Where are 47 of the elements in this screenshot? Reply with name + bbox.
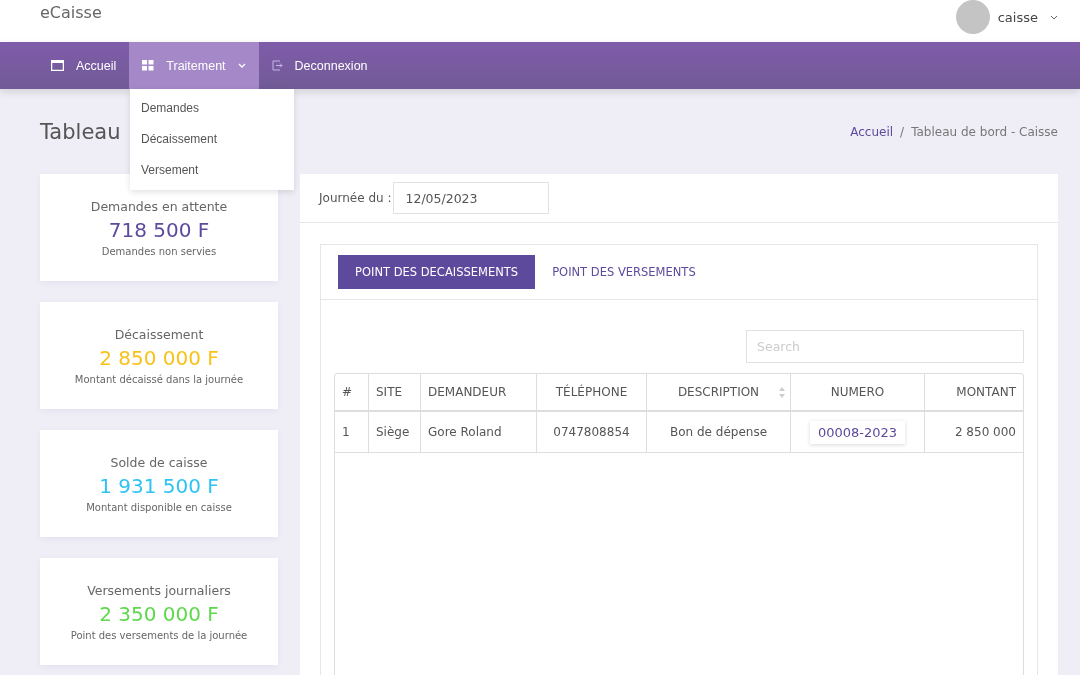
card-note: Point des versements de la journée bbox=[70, 629, 248, 641]
brand-name[interactable]: eCaisse bbox=[40, 3, 102, 22]
page-title: Tableau bbox=[40, 119, 121, 144]
tab[interactable]: POINT DES DECAISSEMENTS bbox=[338, 255, 536, 289]
card-note: Montant décaissé dans la journée bbox=[74, 373, 244, 385]
column-header[interactable]: NUMERO bbox=[791, 374, 925, 410]
column-header[interactable]: # bbox=[335, 374, 369, 410]
column-header[interactable]: DESCRIPTION bbox=[647, 374, 791, 410]
column-header[interactable]: MONTANT bbox=[925, 374, 1023, 410]
avatar-icon[interactable] bbox=[955, 0, 990, 34]
card-title: Solde de caisse bbox=[110, 454, 208, 470]
date-field[interactable]: 12/05/2023 bbox=[393, 182, 550, 214]
card-amount: 2 350 000 F bbox=[99, 601, 219, 626]
breadcrumb-separator: / bbox=[900, 124, 905, 139]
menu-item[interactable]: Versement bbox=[130, 155, 294, 186]
breadcrumb-link[interactable]: Accueil bbox=[850, 124, 894, 139]
menu-item[interactable]: Demandes bbox=[130, 93, 294, 124]
number-link[interactable]: 00008-2023 bbox=[809, 420, 906, 444]
card-note: Montant disponible en caisse bbox=[86, 501, 232, 513]
card-title: Versements journaliers bbox=[87, 582, 231, 598]
window-icon bbox=[51, 60, 64, 71]
table-cell: 0747808854 bbox=[553, 425, 630, 439]
card-amount: 718 500 F bbox=[108, 217, 210, 242]
card-amount: 1 931 500 F bbox=[99, 473, 219, 498]
user-name[interactable]: caisse bbox=[997, 9, 1038, 25]
grid-icon bbox=[142, 60, 155, 71]
table-cell: Bon de dépense bbox=[669, 425, 768, 439]
nav-item[interactable]: Deconnexion bbox=[258, 42, 381, 89]
column-header[interactable]: DEMANDEUR bbox=[421, 374, 537, 410]
table-cell: 2 850 000 bbox=[954, 425, 1016, 439]
column-header[interactable]: TÉLÉPHONE bbox=[537, 374, 647, 410]
exit-icon bbox=[271, 60, 283, 71]
tab[interactable]: POINT DES VERSEMENTS bbox=[535, 255, 713, 289]
card-note: Demandes non servies bbox=[101, 245, 217, 257]
caret-icon[interactable] bbox=[1050, 14, 1058, 20]
menu-item[interactable]: Décaissement bbox=[130, 124, 294, 155]
breadcrumb-current: Tableau de bord - Caisse bbox=[911, 124, 1058, 139]
table-cell: 1 bbox=[342, 425, 350, 439]
date-label: Journée du : bbox=[319, 191, 392, 205]
table-cell: Siège bbox=[376, 425, 410, 439]
table-cell: Gore Roland bbox=[428, 425, 502, 439]
card-amount: 2 850 000 F bbox=[99, 345, 219, 370]
sort-icon[interactable] bbox=[779, 386, 785, 398]
column-header[interactable]: SITE bbox=[369, 374, 421, 410]
card-title: Décaissement bbox=[114, 326, 204, 342]
nav-item[interactable]: Accueil bbox=[38, 42, 130, 89]
card-title: Demandes en attente bbox=[90, 198, 228, 214]
